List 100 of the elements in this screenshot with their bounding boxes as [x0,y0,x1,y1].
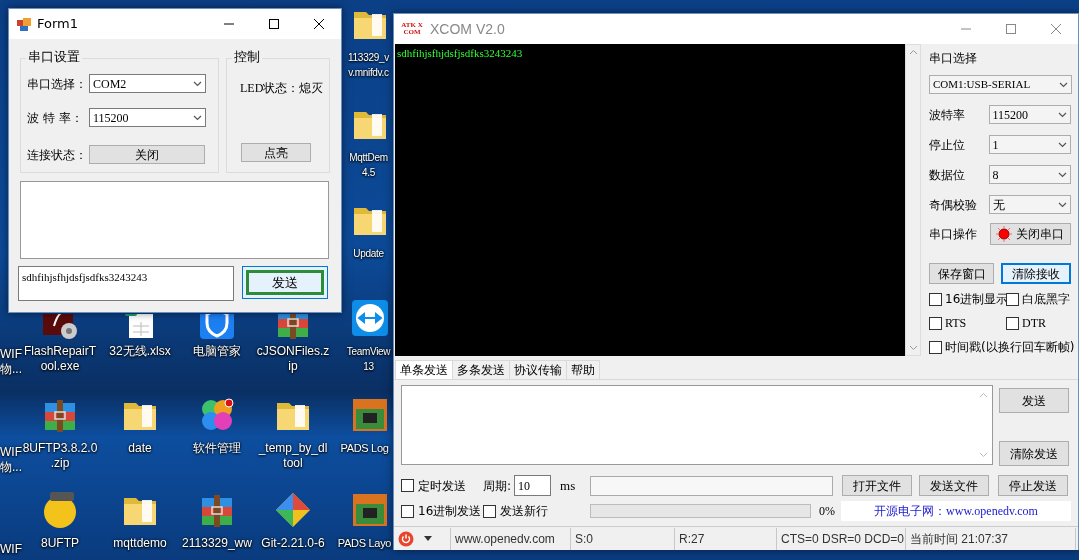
period-input[interactable]: 10 [514,475,552,496]
field-label: 串口选择： [27,75,88,93]
icon-label[interactable]: 8UFTP3.8.2.0 .zip [22,441,98,471]
send-button[interactable]: 发送 [999,388,1069,413]
light-button[interactable]: 点亮 [241,143,311,162]
scroll-down-icon [979,452,988,458]
shield-icon [197,314,237,340]
icon-label[interactable]: date [102,441,178,456]
led-status: 熄灭 [299,80,324,97]
icon-label[interactable]: MqttDem 4.5 [344,150,393,180]
dropdown[interactable]: 8 [988,165,1071,184]
icon-label[interactable]: WIF 物... [0,445,22,475]
checkbox[interactable] [483,504,496,518]
dropdown[interactable]: 115200 [89,108,206,127]
file-button[interactable]: 停止发送 [998,475,1069,496]
group-title: 串口设置 [26,49,82,65]
field-label: 波 特 率： [27,109,84,127]
icon-label[interactable]: WIF 物... [0,347,22,377]
led-label: LED状态： [240,80,300,97]
send-button[interactable]: 清除发送 [999,441,1069,466]
dropdown[interactable]: 1 [988,135,1071,154]
tab[interactable]: 帮助 [566,360,600,379]
panel-title: 串口选择 [929,50,978,67]
checkbox[interactable] [1006,316,1019,330]
field-label: 周期: [483,477,512,495]
tab[interactable]: 协议传输 [509,360,567,379]
option-label: 定时发送 [418,477,466,495]
icon-label[interactable]: Git-2.21.0-6 [255,536,331,551]
icon-label[interactable]: TeamView 13 [344,344,393,374]
checkbox[interactable] [401,504,414,518]
icon-label[interactable]: 2113329_ww [179,536,255,551]
send-input[interactable]: sdhfihjsfhjdsfjsdfks3243243 [18,266,234,301]
dropdown[interactable]: COM1:USB-SERIAL [929,75,1072,94]
file-button[interactable]: 发送文件 [919,475,990,496]
icon-label[interactable]: FlashRepairT ool.exe [22,344,98,374]
tab[interactable]: 多条发送 [452,360,510,379]
form-icon [17,17,31,31]
field-label: 数据位 [929,166,966,184]
icon-label[interactable]: mqttdemo [102,536,178,551]
panel-button[interactable]: 保存窗口 [929,263,994,284]
field-label: 停止位 [929,136,966,154]
option-label: 白底黑字 [1022,291,1070,308]
group-title: 控制 [232,49,262,65]
maximize-icon [267,19,280,29]
icon-label[interactable]: PADS Layo [336,536,393,551]
unit-label: ms [560,476,577,495]
chevron-icon [1059,81,1068,88]
checkbox[interactable] [929,340,942,354]
icon-label[interactable]: PADS Log [336,441,393,456]
website-banner[interactable]: 开源电子网：www.openedv.com [841,501,1071,521]
icon-label[interactable]: Update [344,246,393,261]
chevron-icon [193,80,202,87]
send-textarea[interactable] [401,385,993,465]
port-button[interactable]: 关闭串口 [989,223,1071,245]
file-path-field[interactable] [590,475,834,496]
icon-label[interactable]: 软件管理 [179,441,255,456]
icon-label[interactable]: WIF [0,542,22,557]
option-label: 时间戳(以换行回车断帧) [945,339,1075,356]
tab[interactable]: 单条发送 [395,360,453,379]
icon-label[interactable]: 电脑管家 [179,344,255,359]
icon-label[interactable]: _temp_by_dl tool [255,441,331,471]
sent-count: S:0 [571,527,675,550]
field-label: 奇偶校验 [929,196,978,214]
dropdown[interactable]: 115200 [988,105,1071,124]
field-label: 波特率 [929,106,966,124]
icon-label[interactable]: cJSONFiles.z ip [255,344,331,374]
website-link[interactable]: www.openedv.com [451,527,571,550]
current-time: 当前时间 21:07:37 [906,527,1076,550]
icon-label[interactable]: 113329_v v.mnifdv.c [344,50,393,80]
close-icon [1049,24,1062,34]
close-icon [312,19,325,29]
line-status: CTS=0 DSR=0 DCD=0 [777,527,906,550]
received-text: sdhfihjsfhjdsfjsdfks3243243 [397,46,524,61]
icon-label[interactable]: 8UFTP [22,536,98,551]
received-count: R:27 [675,527,777,550]
arrows-icon [350,298,390,338]
dropdown[interactable]: COM2 [89,74,206,93]
checkbox[interactable] [929,292,942,306]
window-title: Form1 [37,15,79,34]
checkbox[interactable] [929,316,942,330]
checkbox[interactable] [401,479,414,492]
option-label: DTR [1022,315,1046,332]
send-button[interactable]: 发送 [242,266,328,299]
checkbox[interactable] [1006,292,1019,306]
dropdown[interactable]: 无 [988,195,1071,214]
file-button[interactable]: 打开文件 [842,475,913,496]
scrollbar[interactable] [905,44,921,356]
option-label: RTS [945,315,967,332]
option-label: 16进制发送 [418,503,482,520]
chevron-icon [1058,111,1067,118]
progress-reading: 0% [819,503,836,520]
chevron-icon [1058,171,1067,178]
toggle-button[interactable]: 关闭 [89,145,205,164]
field-label: 连接状态： [27,146,88,164]
icon-label[interactable]: 32无线.xlsx [102,344,178,359]
scroll-up-icon [979,392,988,398]
chevron-icon [1058,201,1067,208]
scroll-up-icon [908,49,918,55]
panel-button[interactable]: 清除接收 [1001,263,1071,284]
field-label: 串口操作 [929,226,978,243]
